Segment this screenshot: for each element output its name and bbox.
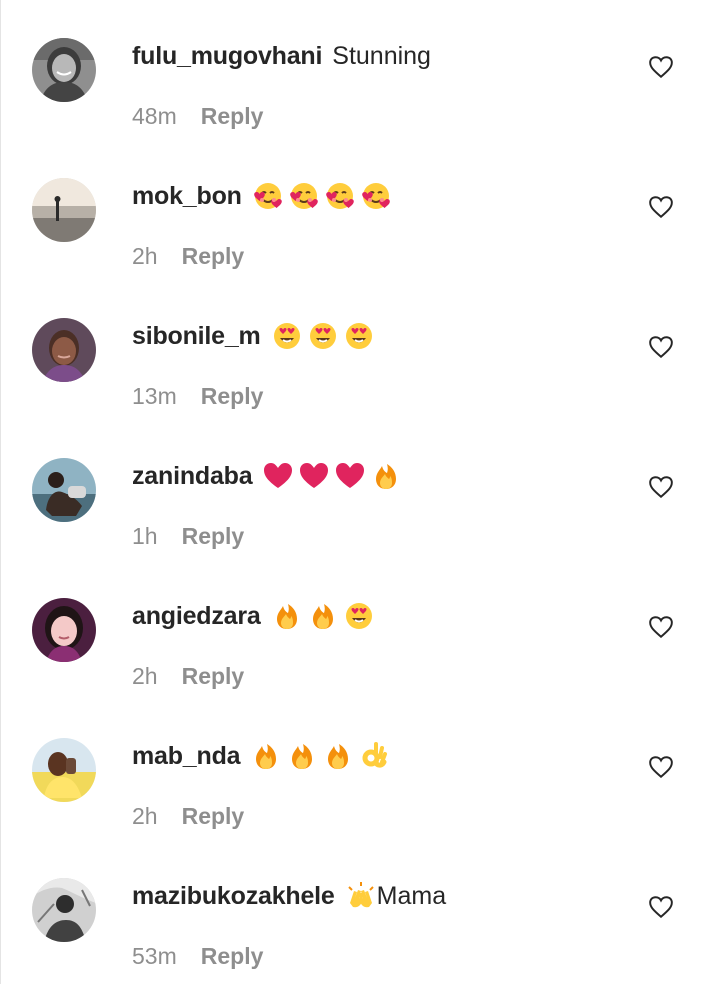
fire-icon [286,740,318,772]
timestamp: 13m [132,382,177,409]
red-heart-icon [334,460,366,492]
reply-button[interactable]: Reply [182,243,245,270]
username[interactable]: angiedzara [132,596,261,636]
smiling-face-with-hearts-icon [252,180,284,212]
comment-main-line: fulu_mugovhani Stunning [132,36,431,76]
avatar-image [32,178,96,242]
avatar[interactable] [32,38,96,102]
heart-outline-icon [649,616,673,639]
reply-button[interactable]: Reply [182,663,245,690]
heart-outline-icon [649,896,673,919]
like-heart-icon[interactable] [648,334,674,360]
heart-outline-icon [649,56,673,79]
avatar[interactable] [32,878,96,942]
comment-item: mok_bon 2h Reply [0,140,720,280]
emoji-row [345,880,377,912]
timestamp: 2h [132,242,158,269]
comment-meta: 2h Reply [132,798,244,834]
comment-item: mazibukozakhele Mama 53m Reply [0,840,720,980]
emoji-row [271,320,375,352]
emoji-row [271,600,375,632]
raising-hands-icon [345,880,377,912]
comment-main-line: sibonile_m [132,316,375,356]
comment-meta: 2h Reply [132,658,244,694]
like-heart-icon[interactable] [648,54,674,80]
comment-text: Stunning [332,42,431,70]
reply-button[interactable]: Reply [182,523,245,550]
username[interactable]: mab_nda [132,736,241,776]
like-heart-icon[interactable] [648,614,674,640]
heart-outline-icon [649,756,673,779]
red-heart-icon [262,460,294,492]
timestamp: 2h [132,662,158,689]
heart-eyes-face-icon [343,320,375,352]
avatar-image [32,598,96,662]
like-heart-icon[interactable] [648,474,674,500]
comment-item: zanindaba 1h Reply [0,420,720,560]
timestamp: 2h [132,802,158,829]
red-heart-icon [298,460,330,492]
reply-button[interactable]: Reply [201,943,264,970]
emoji-row [252,180,392,212]
smiling-face-with-hearts-icon [324,180,356,212]
username[interactable]: sibonile_m [132,316,261,356]
like-heart-icon[interactable] [648,894,674,920]
comment-main-line: angiedzara [132,596,375,636]
avatar[interactable] [32,738,96,802]
comment-main-line: mab_nda [132,736,390,776]
fire-icon [370,460,402,492]
comment-main-line: mok_bon [132,176,392,216]
comment-item: angiedzara 2h Reply [0,560,720,700]
timestamp: 48m [132,102,177,129]
reply-button[interactable]: Reply [182,803,245,830]
username[interactable]: zanindaba [132,456,253,496]
heart-outline-icon [649,336,673,359]
avatar-image [32,318,96,382]
reply-button[interactable]: Reply [201,103,264,130]
heart-eyes-face-icon [271,320,303,352]
fire-icon [322,740,354,772]
smiling-face-with-hearts-icon [360,180,392,212]
comment-meta: 1h Reply [132,518,244,554]
avatar[interactable] [32,598,96,662]
username[interactable]: fulu_mugovhani [132,36,322,76]
emoji-row [262,460,402,492]
fire-icon [307,600,339,632]
avatar[interactable] [32,458,96,522]
like-heart-icon[interactable] [648,194,674,220]
comment-item: sibonile_m 13m Reply [0,280,720,420]
fire-icon [250,740,282,772]
timestamp: 53m [132,942,177,969]
avatar[interactable] [32,318,96,382]
username[interactable]: mazibukozakhele [132,876,335,916]
like-heart-icon[interactable] [648,754,674,780]
fire-icon [271,600,303,632]
heart-eyes-face-icon [307,320,339,352]
heart-outline-icon [649,476,673,499]
comment-meta: 53m Reply [132,938,263,974]
comment-item: fulu_mugovhani Stunning 48m Reply [0,0,720,140]
comment-text: Mama [376,882,447,910]
smiling-face-with-hearts-icon [288,180,320,212]
ok-hand-icon [358,740,390,772]
comment-item: mab_nda 2h Reply [0,700,720,840]
avatar-image [32,458,96,522]
reply-button[interactable]: Reply [201,383,264,410]
heart-eyes-face-icon [343,600,375,632]
username[interactable]: mok_bon [132,176,242,216]
emoji-row [250,740,390,772]
avatar-image [32,738,96,802]
comment-main-line: mazibukozakhele Mama [132,876,446,916]
avatar-image [32,878,96,942]
heart-outline-icon [649,196,673,219]
comment-main-line: zanindaba [132,456,402,496]
comment-meta: 48m Reply [132,98,263,134]
comment-meta: 2h Reply [132,238,244,274]
avatar-image [32,38,96,102]
comment-meta: 13m Reply [132,378,263,414]
timestamp: 1h [132,522,158,549]
avatar[interactable] [32,178,96,242]
comments-screen: fulu_mugovhani Stunning 48m Reply mok_bo… [0,0,720,984]
